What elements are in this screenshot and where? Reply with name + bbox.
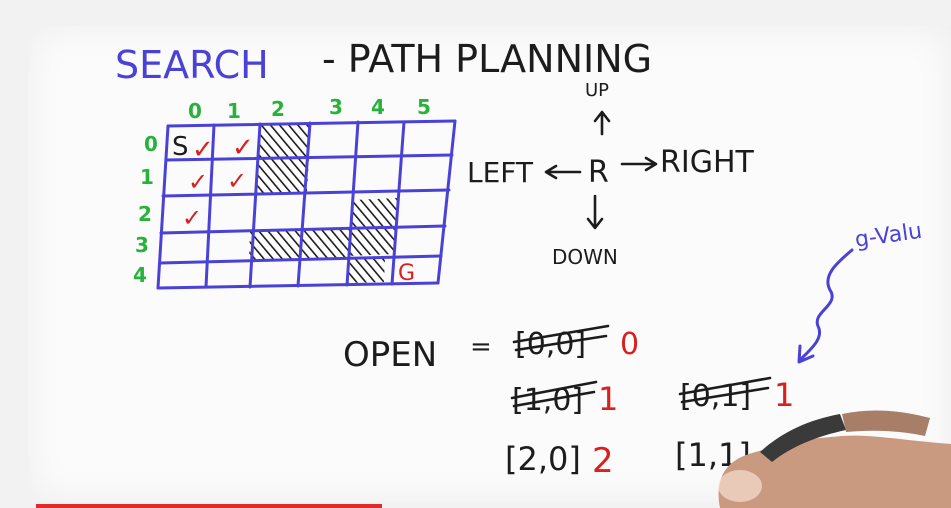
obstacle-cell xyxy=(350,198,398,228)
arrow-up-icon xyxy=(593,110,611,136)
obstacle-cell xyxy=(249,230,300,261)
video-progress-bar[interactable] xyxy=(36,504,382,508)
arrow-right-icon xyxy=(620,156,658,172)
row-label-1: 1 xyxy=(140,165,154,189)
obstacle-cell xyxy=(299,228,350,259)
drawing-canvas: SEARCH - PATH PLANNING 0 1 2 3 4 5 0 1 2… xyxy=(115,37,951,508)
open-g-2: 1 xyxy=(774,376,794,414)
presenter-hand xyxy=(718,410,951,508)
action-left: LEFT xyxy=(467,156,534,189)
open-g-1: 1 xyxy=(598,380,618,418)
check-mark: ✓ xyxy=(232,133,254,163)
actions-diagram: UP R LEFT RIGHT DOWN xyxy=(467,80,754,269)
grid-line xyxy=(166,119,457,128)
col-label-2: 2 xyxy=(271,97,285,121)
grid-line xyxy=(436,119,457,285)
row-label-3: 3 xyxy=(135,233,149,257)
robot-label: R xyxy=(588,155,609,190)
column-labels: 0 1 2 3 4 5 xyxy=(188,95,431,123)
arrow-left-icon xyxy=(544,164,582,180)
check-mark: ✓ xyxy=(227,167,247,195)
video-frame: SEARCH - PATH PLANNING 0 1 2 3 4 5 0 1 2… xyxy=(0,0,951,508)
obstacle-cell xyxy=(347,257,385,283)
col-label-4: 4 xyxy=(371,95,385,119)
visited-marks: ✓ ✓ ✓ ✓ ✓ xyxy=(182,133,254,232)
row-label-2: 2 xyxy=(138,202,152,226)
open-label: OPEN xyxy=(343,335,437,375)
check-mark: ✓ xyxy=(188,168,208,196)
col-label-5: 5 xyxy=(417,95,431,119)
obstacle-cell xyxy=(259,122,310,159)
action-up: UP xyxy=(585,80,609,101)
goal-label: G xyxy=(398,261,415,286)
row-labels: 0 1 2 3 4 xyxy=(133,132,158,287)
title-path-planning: - PATH PLANNING xyxy=(322,37,652,81)
g-value-squiggle xyxy=(798,248,854,362)
action-right: RIGHT xyxy=(660,145,754,180)
open-g-3: 2 xyxy=(592,441,614,481)
obstacle-cell xyxy=(257,157,309,194)
g-value-annotation: g-Valu xyxy=(797,219,924,364)
open-equals: = xyxy=(470,332,492,362)
open-node-3: [2,0] xyxy=(505,440,581,478)
action-down: DOWN xyxy=(552,245,618,269)
obstacle-cell xyxy=(348,226,396,256)
col-label-1: 1 xyxy=(227,99,241,123)
check-mark: ✓ xyxy=(182,204,202,232)
start-label: S xyxy=(172,132,189,162)
open-list: OPEN = [0,0] 0 [1,0] 1 [0,1] 1 [2,0] 2 [… xyxy=(343,324,794,481)
row-label-0: 0 xyxy=(144,132,158,156)
col-label-3: 3 xyxy=(329,95,343,119)
check-mark: ✓ xyxy=(192,135,214,165)
col-label-0: 0 xyxy=(188,99,202,123)
arrow-down-icon xyxy=(586,194,604,230)
title-search: SEARCH xyxy=(115,43,269,87)
row-label-4: 4 xyxy=(133,263,147,287)
g-value-label: g-Valu xyxy=(853,219,923,253)
open-g-0: 0 xyxy=(620,327,639,362)
